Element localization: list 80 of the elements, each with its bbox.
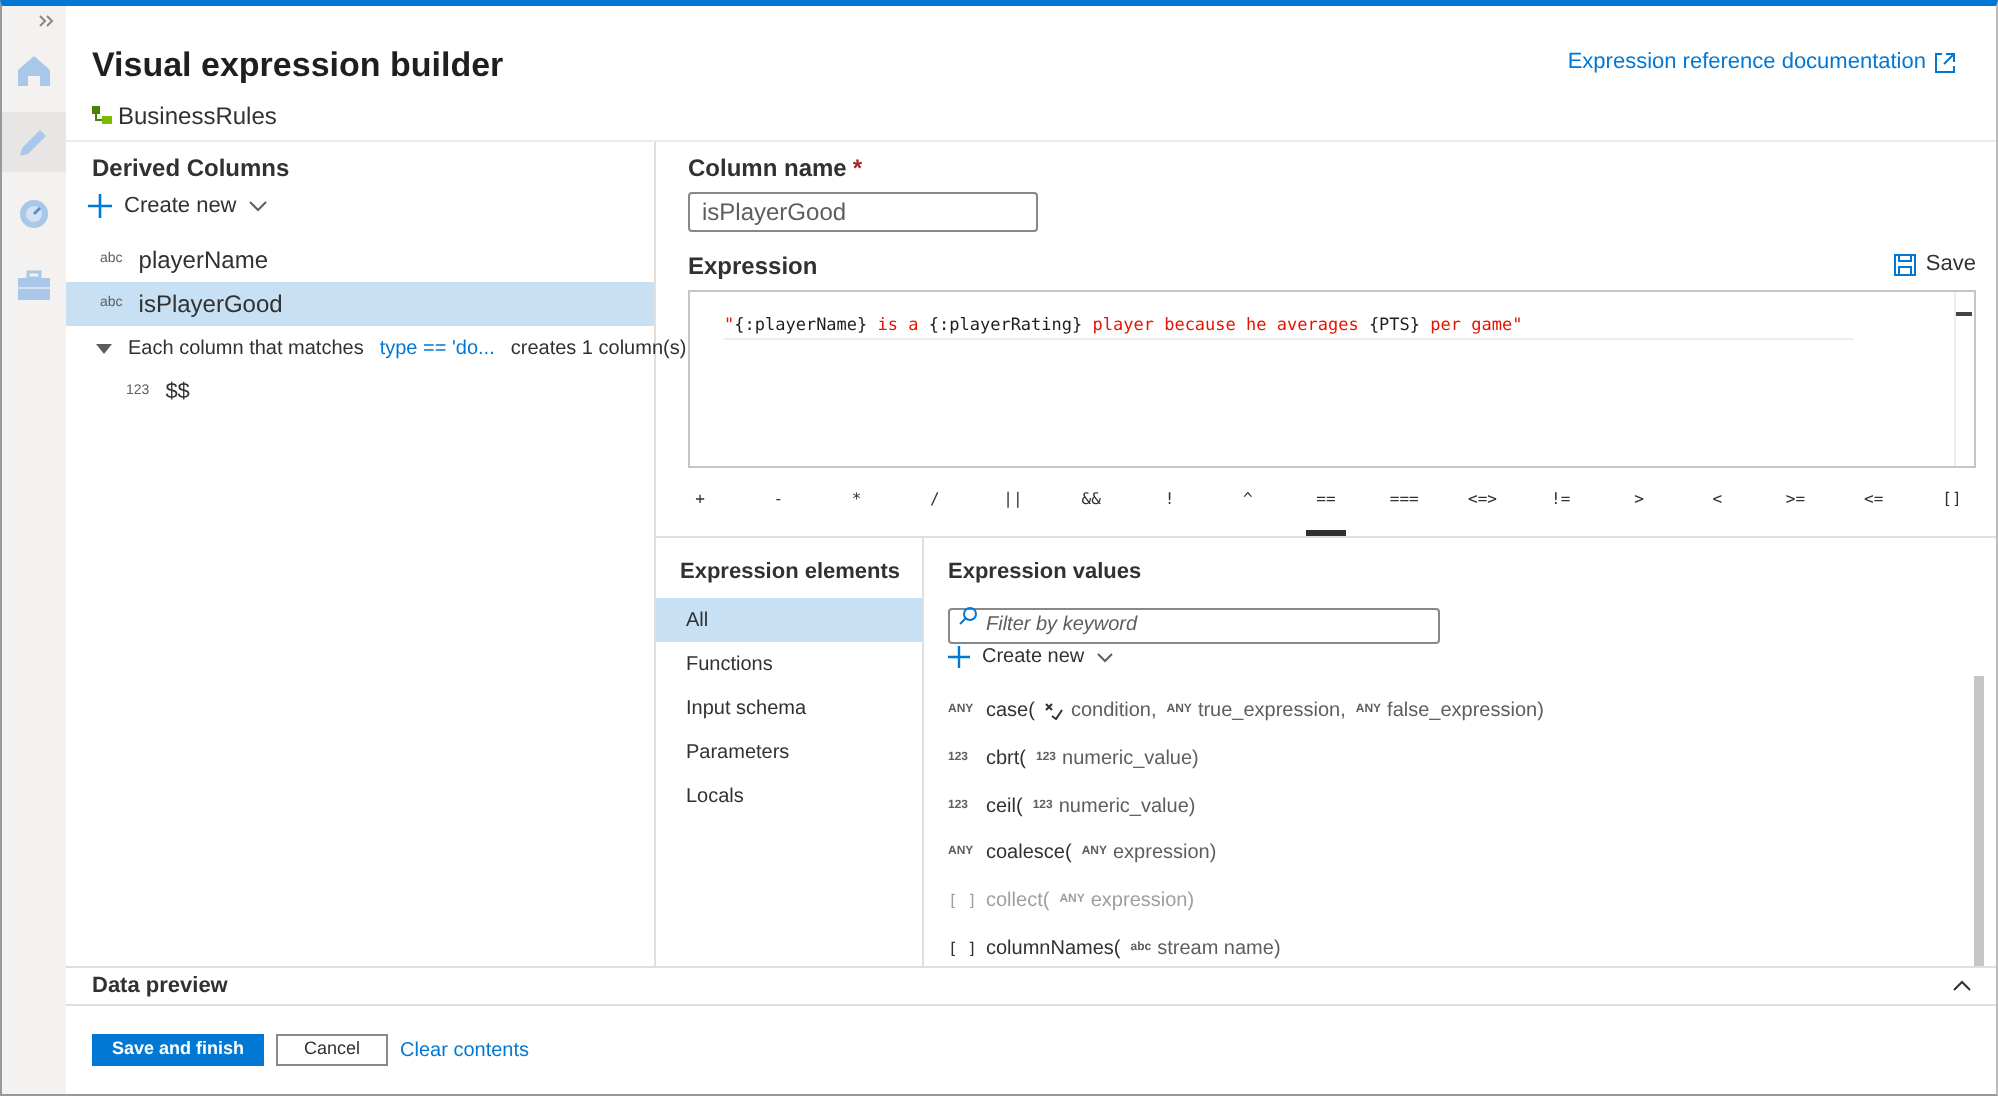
section-heading: Expression elements	[678, 557, 903, 587]
type-label: [ ]	[948, 889, 976, 914]
function-name: columnNames(	[986, 936, 1121, 965]
plus-icon	[948, 646, 970, 668]
chevron-down-icon	[248, 199, 269, 212]
parameter-name: expression)	[1112, 840, 1217, 869]
parameter-name: expression)	[1090, 888, 1195, 917]
operator-button[interactable]: ||	[993, 471, 1033, 535]
operator-button[interactable]: []	[1932, 471, 1972, 535]
column-name: playerName	[138, 244, 268, 278]
column-name: $$	[165, 377, 190, 408]
save-and-finish-button[interactable]: Save and finish	[92, 1034, 265, 1066]
column-name-field[interactable]: isPlayerGood	[688, 191, 1038, 231]
section-heading: Derived Columns	[90, 151, 292, 185]
operator-button[interactable]: &&	[1071, 471, 1112, 535]
pattern-result: creates 1 column(s)	[510, 335, 687, 363]
search-icon	[958, 606, 978, 626]
function-name: ceil(	[986, 793, 1023, 822]
operator-button[interactable]: <=	[1853, 471, 1894, 535]
type-label: [ ]	[948, 937, 976, 962]
chevron-up-icon[interactable]	[1952, 980, 1972, 992]
parameter-name: false_expression)	[1387, 697, 1544, 726]
pattern-label: Each column that matches	[128, 335, 364, 363]
chevron-down-icon	[1096, 651, 1115, 663]
plus-icon	[88, 193, 112, 218]
condition-link[interactable]: type == 'do...	[379, 333, 495, 363]
element-item[interactable]: Input schema	[656, 686, 922, 730]
function-name: cbrt(	[986, 745, 1026, 774]
function-name: coalesce(	[986, 840, 1072, 869]
gauge-icon	[14, 194, 54, 234]
column-name: isPlayerGood	[138, 288, 283, 322]
external-link-icon	[1934, 51, 1956, 73]
function-name: case(	[986, 697, 1035, 726]
operator-button[interactable]: ===	[1384, 471, 1425, 535]
dataflow-icon	[92, 105, 114, 125]
clear-contents-link[interactable]: Clear contents	[400, 1035, 530, 1065]
element-item[interactable]: Parameters	[656, 730, 922, 774]
window-title: Visual expression builder	[92, 44, 504, 88]
expression-code: "{:playerName} is a {:playerRating} player because he averages {PTS} per game"	[724, 313, 1854, 339]
operator-button[interactable]: ==	[1306, 471, 1346, 535]
nav-button[interactable]	[2, 112, 66, 172]
operator-button[interactable]: !	[1149, 471, 1190, 535]
parameter-name: condition,	[1070, 697, 1157, 726]
save-button[interactable]: Save	[1893, 248, 1976, 282]
required-mark: *	[852, 151, 863, 185]
caret-down-icon	[96, 343, 112, 353]
dataflow-name: BusinessRules	[118, 99, 277, 133]
operator-button[interactable]: <=>	[1462, 471, 1503, 535]
parameter-name: numeric_value)	[1062, 745, 1199, 774]
create-new-button[interactable]: Create new	[88, 189, 269, 222]
element-item[interactable]: All	[656, 598, 922, 642]
expand-toggle[interactable]	[96, 343, 112, 353]
expression-editor[interactable]: "{:playerName} is a {:playerRating} player because he averages {PTS} per game"	[688, 289, 1976, 467]
function-name: collect(	[986, 888, 1050, 917]
toolbox-icon	[14, 266, 54, 306]
field-label: Column name	[688, 151, 847, 185]
operator-button[interactable]: !=	[1540, 471, 1581, 535]
operator-button[interactable]: ^	[1227, 471, 1268, 535]
operator-button[interactable]: <	[1697, 471, 1738, 535]
operator-button[interactable]: *	[836, 471, 877, 535]
parameter-name: numeric_value)	[1058, 793, 1196, 822]
parameter-name: true_expression,	[1197, 697, 1346, 726]
filter-field[interactable]: Filter by keyword	[948, 607, 1440, 643]
element-item[interactable]: Functions	[656, 642, 922, 686]
expand-icon[interactable]	[38, 14, 54, 28]
section-heading: Data preview	[92, 971, 228, 1002]
operator-button[interactable]: -	[758, 471, 799, 535]
field-label: Expression	[688, 249, 818, 283]
cancel-button[interactable]: Cancel	[276, 1034, 389, 1066]
boolean-icon	[1044, 701, 1065, 720]
create-new-button[interactable]: Create new	[948, 642, 1115, 672]
operator-button[interactable]: +	[680, 471, 720, 535]
operator-button[interactable]: >=	[1775, 471, 1816, 535]
section-heading: Expression values	[948, 557, 1144, 587]
operator-button[interactable]: /	[914, 471, 955, 535]
home-icon	[14, 50, 54, 90]
parameter-name: stream name)	[1157, 936, 1281, 965]
operator-button[interactable]: >	[1619, 471, 1659, 535]
documentation-link[interactable]: Expression reference documentation	[1567, 45, 1926, 79]
element-item[interactable]: Locals	[656, 774, 922, 818]
